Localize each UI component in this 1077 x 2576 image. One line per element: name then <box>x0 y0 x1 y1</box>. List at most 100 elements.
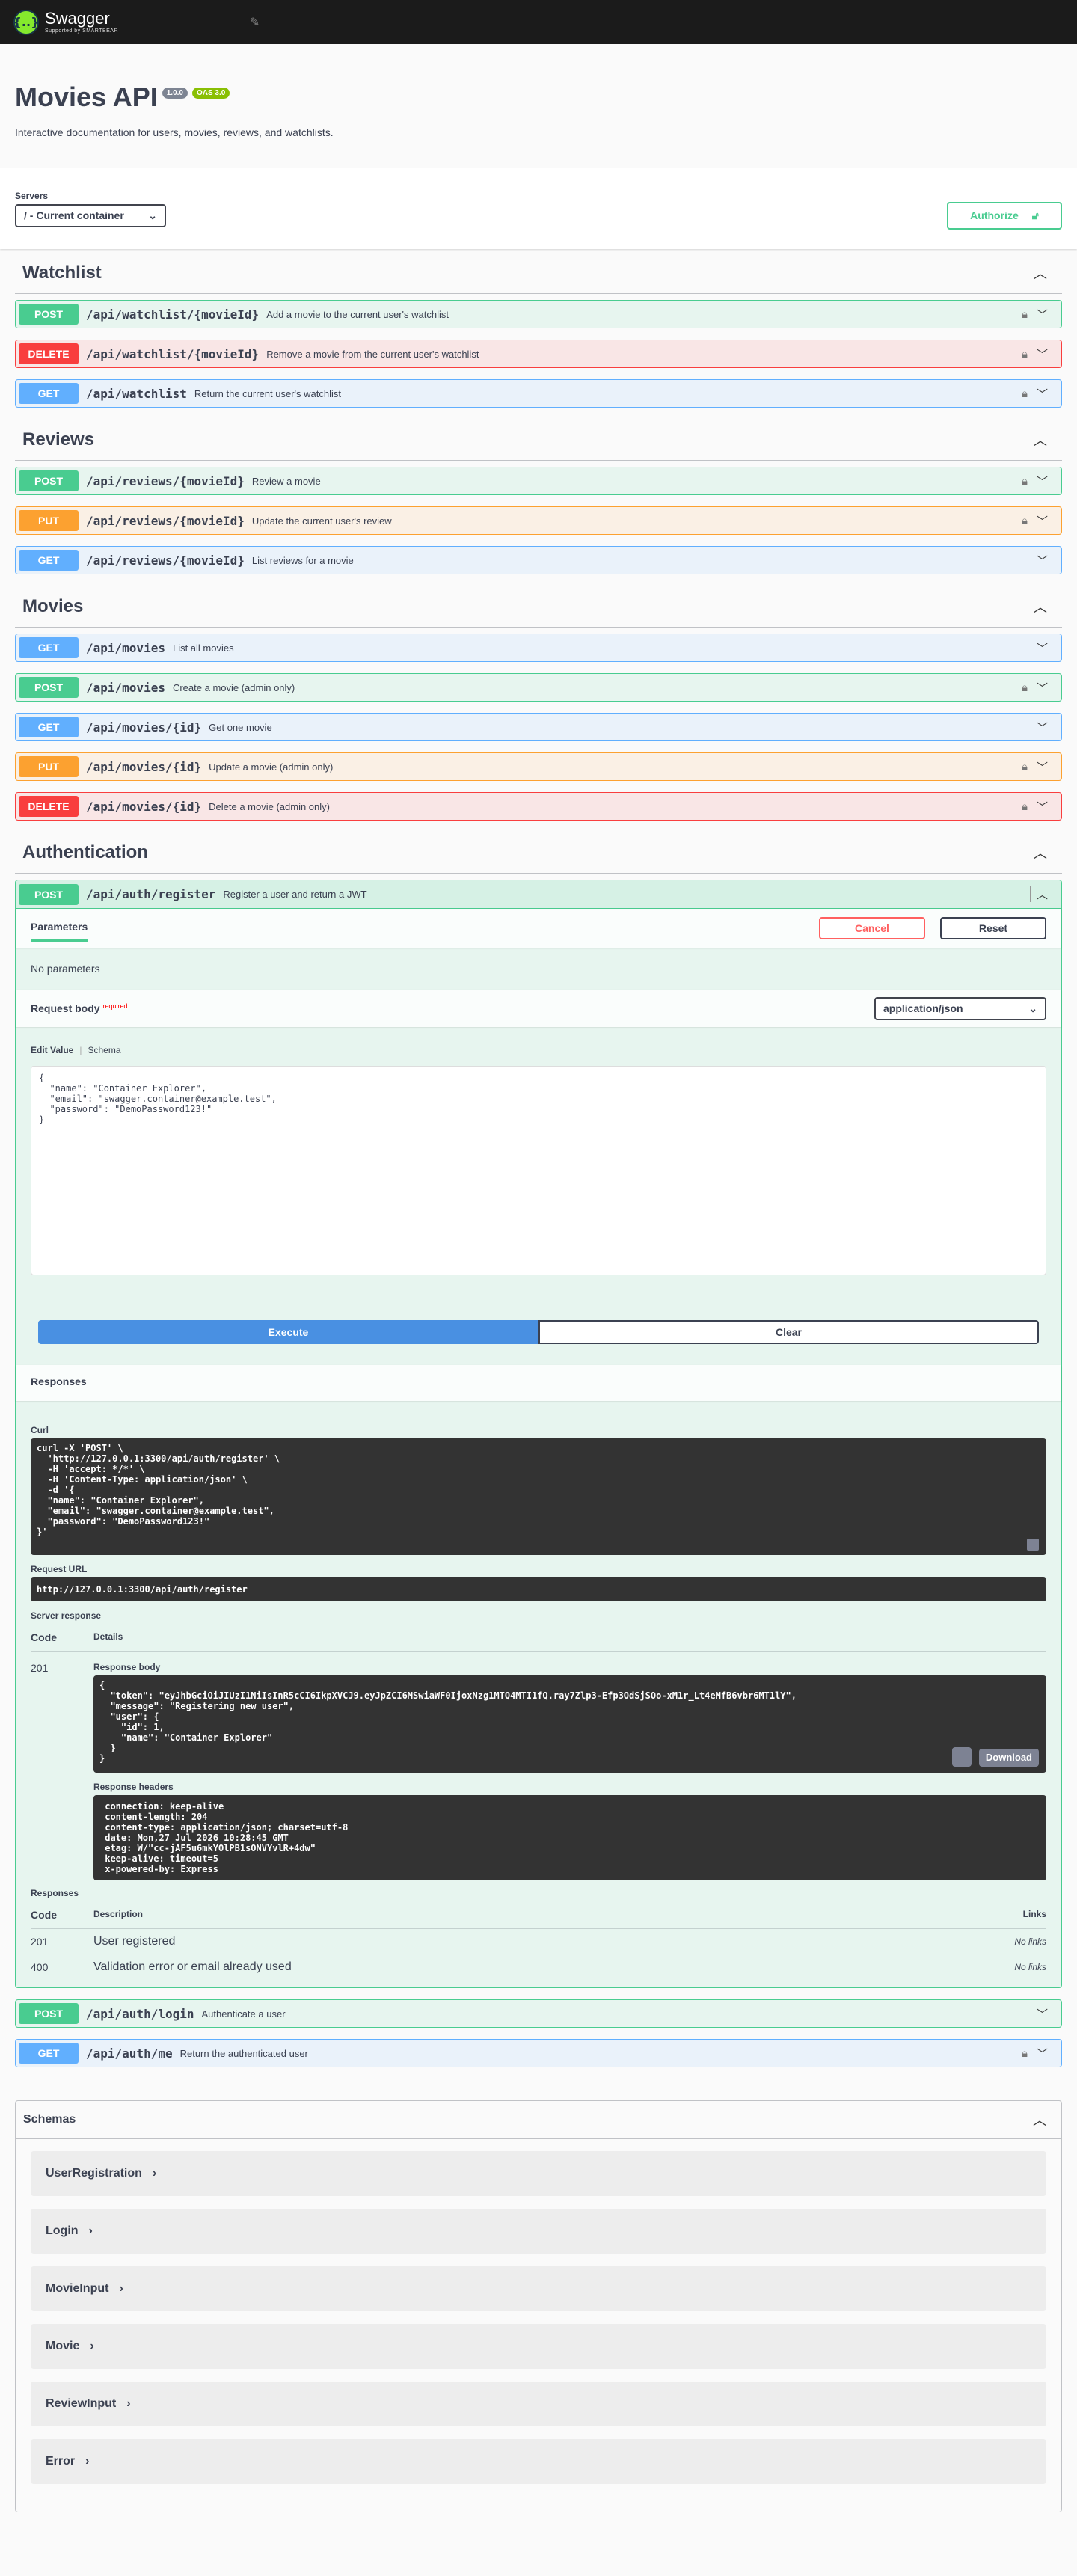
model-login[interactable]: Login › <box>31 2209 1046 2254</box>
curl-line: "password": "DemoPassword123!" <box>37 1516 210 1527</box>
responses-table-head: Code Description Links <box>31 1901 1046 1929</box>
chevron-down-icon[interactable]: ﹀ <box>1037 513 1048 529</box>
response-body[interactable]: { "token": "eyJhbGciOiJIUzI1NiIsInR5cCI6… <box>93 1675 1046 1773</box>
request-body-label: Request body <box>31 1002 100 1014</box>
op-get-0[interactable]: GET /api/movies List all movies ﹀ <box>15 634 1062 662</box>
servers-selected: / - Current container <box>24 209 124 221</box>
chevron-right-icon: › <box>126 2397 131 2410</box>
schemas-header[interactable]: Schemas ︿ <box>16 2101 1061 2139</box>
method-badge: PUT <box>19 510 79 531</box>
curl-line: 'http://127.0.0.1:3300/api/auth/register… <box>37 1453 280 1464</box>
chevron-down-icon[interactable]: ﹀ <box>1037 2046 1048 2061</box>
chevron-down-icon[interactable]: ﹀ <box>1037 720 1048 735</box>
body-line: "user": { <box>99 1711 159 1722</box>
tab-parameters[interactable]: Parameters <box>31 915 88 942</box>
op-path: /api/movies/{id} <box>86 720 202 735</box>
op-post-1[interactable]: POST /api/auth/login Authenticate a user… <box>15 1999 1062 2028</box>
header-line: keep-alive: timeout=5 <box>99 1853 218 1864</box>
chevron-down-icon[interactable]: ﹀ <box>1037 640 1048 656</box>
chevron-down-icon[interactable]: ﹀ <box>1037 759 1048 775</box>
content-type-value: application/json <box>883 1002 963 1014</box>
tag-reviews[interactable]: Reviews ︿ <box>15 419 1062 461</box>
method-badge: GET <box>19 717 79 737</box>
lock-icon[interactable]: 🔒︎ <box>1022 308 1028 321</box>
clear-button[interactable]: Clear <box>538 1320 1039 1344</box>
cancel-button[interactable]: Cancel <box>819 917 925 939</box>
tag-movies[interactable]: Movies ︿ <box>15 586 1062 628</box>
model-movieinput[interactable]: MovieInput › <box>31 2266 1046 2311</box>
op-delete-4[interactable]: DELETE /api/movies/{id} Delete a movie (… <box>15 792 1062 821</box>
tag-watchlist[interactable]: Watchlist ︿ <box>15 252 1062 294</box>
lock-icon[interactable]: 🔒︎ <box>1022 681 1028 694</box>
chevron-down-icon[interactable]: ﹀ <box>1037 473 1048 489</box>
lock-icon[interactable]: 🔒︎ <box>1022 387 1028 400</box>
op-summary-register[interactable]: POST /api/auth/register Register a user … <box>16 880 1061 909</box>
op-post-0[interactable]: POST /api/watchlist/{movieId} Add a movi… <box>15 300 1062 328</box>
op-put-1[interactable]: PUT /api/reviews/{movieId} Update the cu… <box>15 506 1062 535</box>
chevron-down-icon[interactable]: ﹀ <box>1037 2006 1048 2022</box>
content-type-select[interactable]: application/json ⌄ <box>874 996 1046 1020</box>
chevron-down-icon[interactable]: ﹀ <box>1037 386 1048 402</box>
curl-line: -H 'accept: */*' \ <box>37 1464 145 1474</box>
op-get-2[interactable]: GET /api/reviews/{movieId} List reviews … <box>15 546 1062 574</box>
response-links: No links <box>1014 1962 1046 1972</box>
copy-icon[interactable] <box>1027 1539 1039 1551</box>
op-post-0[interactable]: POST /api/reviews/{movieId} Review a mov… <box>15 467 1062 495</box>
lock-icon[interactable]: 🔒︎ <box>1022 2047 1028 2060</box>
op-put-3[interactable]: PUT /api/movies/{id} Update a movie (adm… <box>15 752 1062 781</box>
op-path: /api/auth/register <box>86 887 216 901</box>
header-line: connection: keep-alive <box>99 1801 224 1812</box>
execute-button[interactable]: Execute <box>38 1320 538 1344</box>
model-userregistration[interactable]: UserRegistration › <box>31 2151 1046 2196</box>
tab-schema[interactable]: Schema <box>88 1045 120 1055</box>
lock-icon[interactable]: 🔒︎ <box>1022 515 1028 527</box>
response-headers[interactable]: connection: keep-alive content-length: 2… <box>93 1795 1046 1880</box>
op-path: /api/movies <box>86 680 165 695</box>
chevron-right-icon: › <box>152 2167 157 2180</box>
model-error[interactable]: Error › <box>31 2439 1046 2484</box>
download-button[interactable]: Download <box>978 1749 1039 1767</box>
op-path: /api/auth/me <box>86 2046 173 2061</box>
chevron-down-icon[interactable]: ﹀ <box>1037 553 1048 568</box>
servers-select[interactable]: / - Current container ⌄ <box>15 203 166 227</box>
header-line: date: Mon,27 Jul 2026 10:28:45 GMT <box>99 1833 289 1843</box>
curl-line: -d '{ <box>37 1485 75 1495</box>
model-movie[interactable]: Movie › <box>31 2324 1046 2369</box>
authorize-button[interactable]: Authorize 🔓︎ <box>947 201 1062 230</box>
tag-authentication[interactable]: Authentication ︿ <box>15 832 1062 874</box>
chevron-down-icon[interactable]: ﹀ <box>1037 346 1048 362</box>
op-get-2[interactable]: GET /api/movies/{id} Get one movie ﹀ <box>15 713 1062 741</box>
chevron-up-icon[interactable]: ︿ <box>1034 843 1055 862</box>
body-editor[interactable]: { "name": "Container Explorer", "email":… <box>31 1066 1046 1275</box>
chevron-up-icon[interactable]: ︿ <box>1034 597 1055 616</box>
brand[interactable]: Swagger Supported by SMARTBEAR <box>45 10 118 34</box>
lock-icon[interactable]: 🔒︎ <box>1022 761 1028 773</box>
curl-block[interactable]: curl -X 'POST' \ 'http://127.0.0.1:3300/… <box>31 1438 1046 1555</box>
lock-icon[interactable]: 🔒︎ <box>1022 475 1028 488</box>
chevron-down-icon[interactable]: ﹀ <box>1037 799 1048 815</box>
method-badge: POST <box>19 304 79 325</box>
body-tabs: Edit Value | Schema <box>31 1045 121 1055</box>
chevron-up-icon[interactable]: ︿ <box>1034 430 1055 450</box>
lock-icon[interactable]: 🔒︎ <box>1022 800 1028 813</box>
server-response-label: Server response <box>31 1610 102 1621</box>
chevron-up-icon[interactable]: ︿ <box>1029 886 1048 902</box>
request-url[interactable]: http://127.0.0.1:3300/api/auth/register <box>31 1577 1046 1601</box>
chevron-down-icon[interactable]: ﹀ <box>1037 307 1048 322</box>
op-get-2[interactable]: GET /api/watchlist Return the current us… <box>15 379 1062 408</box>
method-badge: POST <box>19 883 79 905</box>
chevron-up-icon[interactable]: ︿ <box>1034 263 1055 283</box>
copy-icon[interactable] <box>952 1747 972 1767</box>
reset-button[interactable]: Reset <box>940 917 1046 939</box>
chevron-down-icon[interactable]: ﹀ <box>1037 680 1048 696</box>
model-reviewinput[interactable]: ReviewInput › <box>31 2382 1046 2426</box>
tab-edit-value[interactable]: Edit Value <box>31 1045 73 1055</box>
op-post-1[interactable]: POST /api/movies Create a movie (admin o… <box>15 673 1062 702</box>
server-response-head: Code Details <box>31 1624 1046 1652</box>
chevron-up-icon[interactable]: ︿ <box>1033 2110 1054 2129</box>
op-get-2[interactable]: GET /api/auth/me Return the authenticate… <box>15 2039 1062 2067</box>
op-delete-1[interactable]: DELETE /api/watchlist/{movieId} Remove a… <box>15 340 1062 368</box>
method-badge: POST <box>19 470 79 491</box>
lock-icon[interactable]: 🔒︎ <box>1022 348 1028 361</box>
response-code: 400 <box>31 1961 49 1973</box>
